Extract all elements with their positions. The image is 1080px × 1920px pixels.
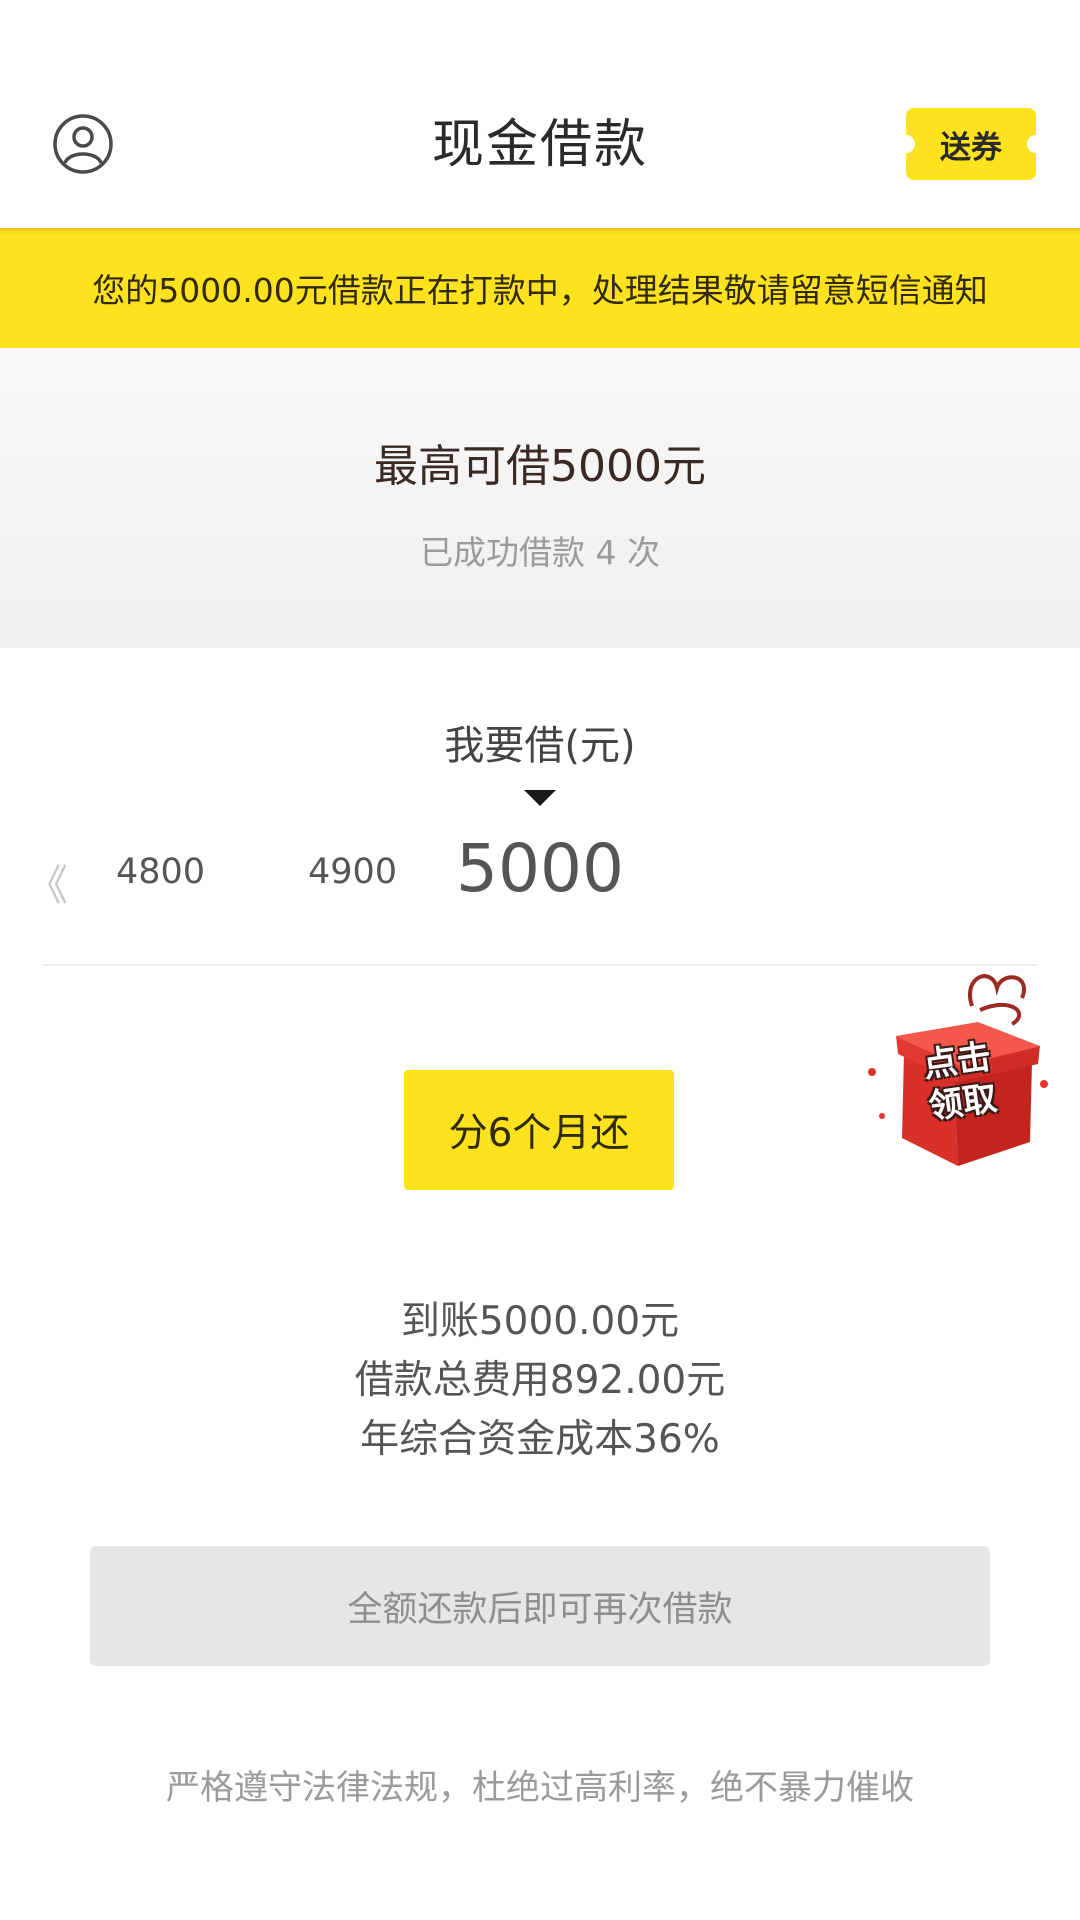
amount-option[interactable]: 4900 [308, 852, 397, 892]
annual-cost-text: 年综合资金成本36% [360, 1417, 720, 1462]
gift-box-icon[interactable]: 点击 领取 [862, 966, 1052, 1176]
coupon-button[interactable]: 送券 [897, 108, 1045, 180]
coupon-button-label: 送券 [940, 129, 1002, 166]
picker-pointer-icon [524, 790, 556, 806]
borrow-count-text: 已成功借款 4 次 [420, 533, 660, 572]
credit-summary: 最高可借5000元 已成功借款 4 次 [0, 348, 1080, 648]
amount-picker-label: 我要借(元) [444, 723, 636, 769]
amount-option[interactable]: 4800 [116, 852, 205, 892]
status-notice: 您的5000.00元借款正在打款中，处理结果敬请留意短信通知 [0, 228, 1080, 348]
page: 现金借款 送券 您的5000.00元借款正在打款中，处理结果敬请留意短信通知 最… [0, 0, 1080, 1920]
compliance-note: 严格遵守法律法规，杜绝过高利率，绝不暴力催收 [166, 1768, 914, 1808]
received-amount-text: 到账5000.00元 [400, 1299, 680, 1344]
amount-selected[interactable]: 5000 [440, 830, 640, 907]
coupon-notch-right [1027, 135, 1045, 153]
repayment-term-button[interactable]: 分6个月还 [404, 1070, 674, 1190]
max-amount-text: 最高可借5000元 [374, 441, 706, 492]
coupon-notch-left [897, 135, 915, 153]
header: 现金借款 送券 [0, 0, 1080, 228]
borrow-again-button[interactable]: 全额还款后即可再次借款 [90, 1546, 990, 1666]
total-fee-text: 借款总费用892.00元 [354, 1358, 726, 1403]
scroll-left-icon[interactable]: 《 [26, 852, 68, 913]
